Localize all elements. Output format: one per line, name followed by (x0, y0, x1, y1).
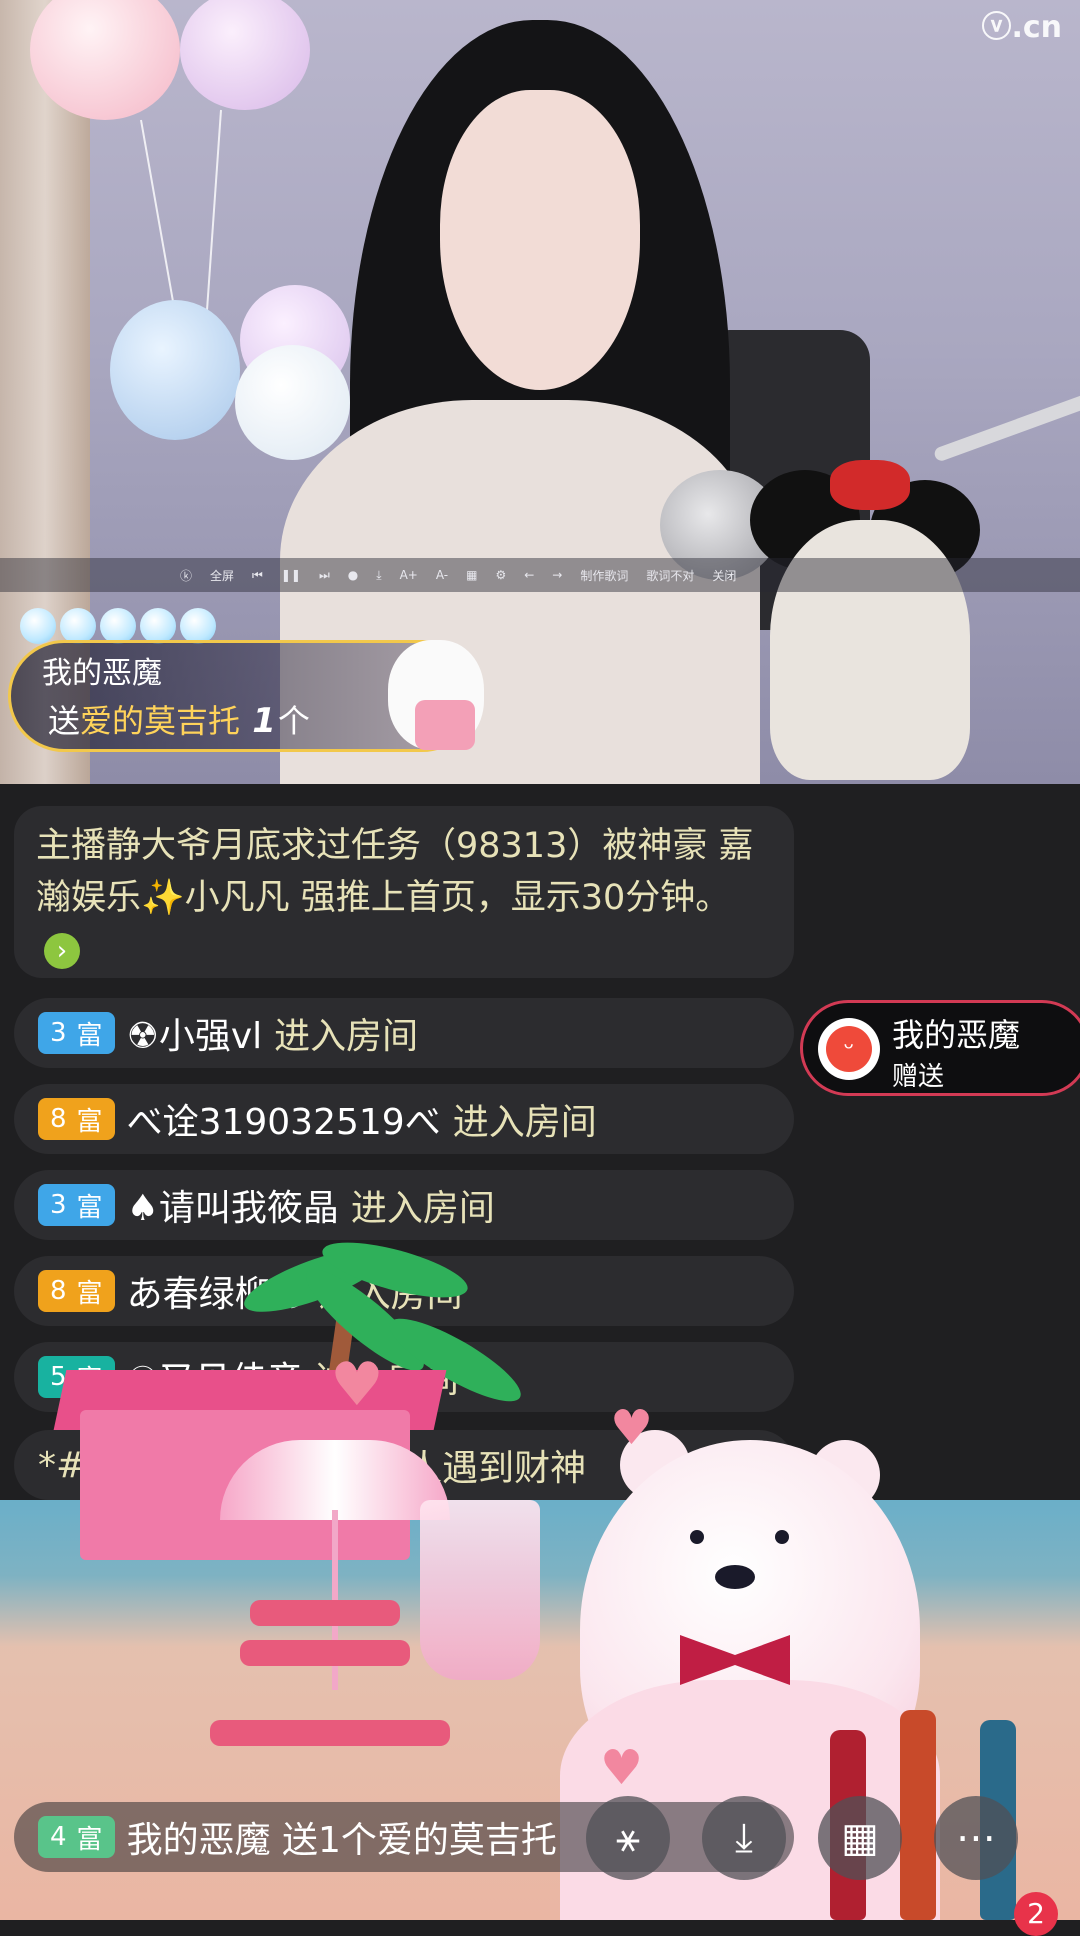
lounger (210, 1720, 450, 1746)
bear-nose (715, 1565, 755, 1589)
gift-chip-name: 我的恶魔 (892, 1016, 1021, 1054)
partial-message-start: *# (38, 1444, 87, 1486)
wealth-badge: 3富 (38, 1012, 115, 1054)
gift-banner-prefix: 送 (48, 702, 81, 740)
player-toolbar-item[interactable]: 制作歌词 (580, 567, 628, 584)
chat-action: 进入房间 (350, 1188, 495, 1229)
gift-chip-sub: 赠送 (892, 1062, 945, 1092)
sparkle-icon: ✨ (141, 878, 185, 918)
more-icon: ⋯ (956, 1815, 996, 1861)
gift-banner-gift-name: 爱的莫吉托 (80, 702, 241, 740)
plush-bow (830, 460, 910, 510)
bear-eye (775, 1530, 789, 1544)
player-toolbar-item[interactable]: ❚❚ (281, 568, 301, 582)
balloon (235, 345, 350, 460)
balloon (110, 300, 240, 440)
wealth-badge: 8富 (38, 1098, 115, 1140)
more-button[interactable]: ⋯ (934, 1796, 1018, 1880)
mic-arm (932, 391, 1080, 463)
level-dot (100, 608, 136, 644)
player-toolbar-item[interactable]: A+ (400, 568, 418, 582)
gift-bear-apron (415, 700, 475, 750)
watermark-logo: ⓥ.cn (981, 10, 1062, 45)
player-toolbar-item[interactable]: ← (524, 568, 534, 582)
announcement-message[interactable]: 主播静大爷月底求过任务（98313）被神豪 嘉瀚娱乐✨小凡凡 强推上首页，显示3… (14, 806, 794, 978)
lounger (250, 1600, 400, 1626)
player-toolbar-item[interactable]: ● (348, 568, 358, 582)
player-toolbar-item[interactable]: ⓚ (180, 567, 192, 584)
gift-banner-unit: 个 (277, 702, 310, 740)
heart-icon: ♥ (330, 1350, 384, 1420)
go-arrow-icon[interactable]: › (44, 933, 80, 969)
chat-username[interactable]: ♠请叫我筱晶 (127, 1179, 339, 1231)
grid-menu-icon: ▦ (841, 1815, 879, 1861)
player-toolbar-item[interactable]: ⚙ (495, 568, 506, 582)
player-toolbar-item[interactable]: ▦ (466, 568, 477, 582)
wealth-badge: 3富 (38, 1184, 115, 1226)
chat-username[interactable]: ☢小强vl (127, 1007, 263, 1059)
download-button[interactable]: ⤓ (702, 1796, 786, 1880)
level-dot (60, 608, 96, 644)
level-dot (20, 608, 56, 644)
mojito-glass (420, 1500, 540, 1680)
notification-badge: 2 (1014, 1892, 1058, 1936)
download-icon: ⤓ (735, 1815, 753, 1861)
player-toolbar-item[interactable]: 关闭 (712, 567, 736, 584)
gift-banner-sender: 我的恶魔 (42, 656, 162, 691)
chat-row-last: 4富 我的恶魔 送1个爱的莫吉托 (14, 1802, 794, 1872)
bear-eye (690, 1530, 704, 1544)
player-toolbar-item[interactable]: 全屏 (210, 567, 234, 584)
chat-row[interactable]: 3 富 ♠请叫我筱晶 进入房间 (14, 1170, 794, 1240)
level-dots (20, 608, 216, 644)
chat-username[interactable]: べ诠319032519べ (127, 1093, 441, 1145)
bottle (900, 1710, 936, 1920)
player-toolbar: ⓚ 全屏 ⏮ ❚❚ ⏭ ● ⤓ A+ A- ▦ ⚙ ← → 制作歌词 歌词不对 关闭 (0, 558, 1080, 592)
player-toolbar-item[interactable]: → (552, 568, 562, 582)
player-toolbar-item[interactable]: ⏭ (319, 568, 330, 583)
grid-menu-button[interactable]: ▦ (818, 1796, 902, 1880)
balloon (180, 0, 310, 110)
heart-icon: ♥ (610, 1400, 654, 1456)
lounger (240, 1640, 410, 1666)
gift-banner-line: 送爱的莫吉托 1个 (48, 696, 310, 742)
wealth-badge: 8富 (38, 1270, 115, 1312)
level-dot (180, 608, 216, 644)
share-icon: ⚹ (616, 1815, 640, 1861)
chat-row[interactable]: 3 富 ☢小强vl 进入房间 (14, 998, 794, 1068)
streamer-face (440, 90, 640, 390)
last-message-text: 我的恶魔 送1个爱的莫吉托 (126, 1820, 557, 1861)
share-button[interactable]: ⚹ (586, 1796, 670, 1880)
chat-action: 进入房间 (274, 1016, 419, 1057)
chat-action: 进入房间 (452, 1102, 597, 1143)
heart-icon: ♥ (600, 1740, 644, 1796)
gift-banner-count: 1 (252, 701, 276, 741)
announcement-text-b: 小凡凡 强推上首页，显示30分钟。 (184, 878, 731, 918)
face-icon: ᵕ (826, 1026, 872, 1072)
player-toolbar-item[interactable]: ⏮ (252, 568, 263, 583)
player-toolbar-item[interactable]: ⤓ (376, 568, 381, 583)
chat-row[interactable]: 8 富べ诠319032519べ 进入房间 (14, 1084, 794, 1154)
player-toolbar-item[interactable]: A- (436, 568, 448, 582)
level-dot (140, 608, 176, 644)
wealth-badge: 4富 (38, 1816, 115, 1858)
player-toolbar-item[interactable]: 歌词不对 (646, 567, 694, 584)
